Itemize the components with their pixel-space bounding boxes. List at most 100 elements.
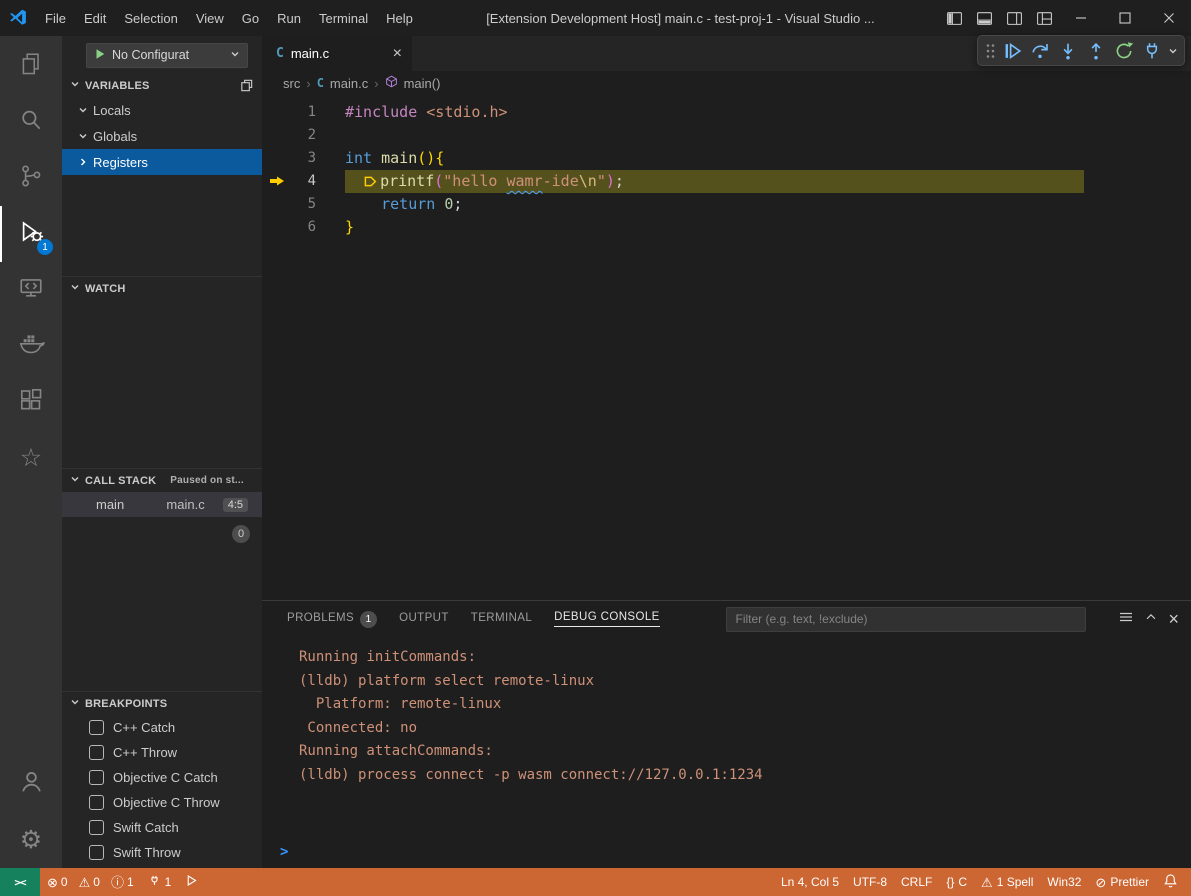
menu-terminal[interactable]: Terminal [310,0,377,36]
sidebar-item-docker[interactable] [0,318,62,374]
breakpoint-checkbox[interactable] [89,745,104,760]
tab-terminal[interactable]: TERMINAL [471,601,532,637]
variables-item-registers[interactable]: Registers [62,149,262,175]
disconnect-button[interactable] [1138,37,1166,64]
menu-go[interactable]: Go [233,0,268,36]
tab-problems[interactable]: PROBLEMS1 [287,601,377,637]
editor-gutter[interactable]: 6 [262,216,345,239]
notifications-button[interactable] [1156,868,1185,896]
sidebar-item-extensions[interactable] [0,374,62,430]
formatter-status[interactable]: ⊘ Prettier [1088,868,1156,896]
sidebar-item-run-debug[interactable]: 1 [0,206,62,262]
inline-breakpoint-icon[interactable] [364,172,377,195]
tab-debug-console[interactable]: DEBUG CONSOLE [554,601,660,637]
breakpoint-row[interactable]: Objective C Catch [62,765,262,790]
customize-layout-button[interactable] [1029,0,1059,36]
breakpoint-checkbox[interactable] [89,770,104,785]
code-line[interactable]: 1 #include <stdio.h> [262,101,1191,124]
start-debug-icon[interactable] [94,48,106,63]
close-panel-icon[interactable]: × [1168,610,1179,628]
line-number[interactable]: 6 [308,216,316,239]
line-number[interactable]: 5 [308,193,316,216]
call-stack-header[interactable]: CALL STACK Paused on st... [62,469,262,492]
step-out-button[interactable] [1082,37,1110,64]
maximize-button[interactable] [1103,0,1147,36]
menu-selection[interactable]: Selection [115,0,186,36]
code-editor[interactable]: 1 #include <stdio.h> 2 3 int main(){ 4 p… [262,95,1191,600]
line-number[interactable]: 4 [308,170,316,193]
console-filter-input[interactable] [726,607,1086,632]
menu-file[interactable]: File [36,0,75,36]
breakpoint-row[interactable]: C++ Throw [62,740,262,765]
ports-status[interactable]: 1 [141,868,179,896]
editor-gutter[interactable]: 1 [262,101,345,124]
console-input-prompt[interactable]: > [280,844,288,860]
code-text[interactable]: printf("hello wamr-ide\n"); [345,170,1084,193]
close-window-button[interactable] [1147,0,1191,36]
toggle-panel-button[interactable] [969,0,999,36]
editor-gutter[interactable]: 2 [262,124,345,147]
code-line-current[interactable]: 4 printf("hello wamr-ide\n"); [262,170,1191,193]
code-line[interactable]: 3 int main(){ [262,147,1191,170]
editor-gutter[interactable]: 5 [262,193,345,216]
debug-config-dropdown[interactable]: No Configurat [86,43,248,68]
breakpoint-row[interactable]: Swift Throw [62,840,262,865]
platform-status[interactable]: Win32 [1040,868,1088,896]
step-over-button[interactable] [1026,37,1054,64]
code-line[interactable]: 2 [262,124,1191,147]
minimize-button[interactable] [1059,0,1103,36]
variables-header[interactable]: VARIABLES [62,74,262,97]
debug-status[interactable] [178,868,205,896]
breakpoint-row[interactable]: Objective C Throw [62,790,262,815]
breakpoint-checkbox[interactable] [89,820,104,835]
sidebar-item-remote-explorer[interactable] [0,262,62,318]
copy-icon[interactable] [239,78,254,93]
code-text[interactable] [345,124,1191,147]
debug-console-output[interactable]: Running initCommands: (lldb) platform se… [262,637,1191,868]
cursor-position[interactable]: Ln 4, Col 5 [774,868,846,896]
menu-help[interactable]: Help [377,0,422,36]
restart-button[interactable] [1110,37,1138,64]
menu-run[interactable]: Run [268,0,310,36]
breakpoint-row[interactable]: Swift Catch [62,815,262,840]
editor-gutter[interactable]: 3 [262,147,345,170]
sidebar-item-search[interactable] [0,94,62,150]
sidebar-item-favorites[interactable]: ☆ [0,430,62,486]
code-text[interactable]: int main(){ [345,147,1191,170]
code-text[interactable]: } [345,216,1191,239]
problems-status[interactable]: ⊗ 0 ⚠ 0 ⓘ 1 [40,868,141,896]
account-button[interactable] [0,756,62,812]
editor-gutter[interactable]: 4 [262,170,345,193]
spell-checker-status[interactable]: ⚠ 1 Spell [974,868,1040,896]
eol-status[interactable]: CRLF [894,868,939,896]
breakpoint-checkbox[interactable] [89,720,104,735]
close-tab-icon[interactable]: × [393,46,402,62]
menu-view[interactable]: View [187,0,233,36]
code-line[interactable]: 5 return 0; [262,193,1191,216]
menu-edit[interactable]: Edit [75,0,115,36]
maximize-panel-icon[interactable] [1144,610,1158,629]
continue-button[interactable] [998,37,1026,64]
code-line[interactable]: 6 } [262,216,1191,239]
tab-main-c[interactable]: C main.c × [262,36,412,71]
breakpoint-row[interactable]: C++ Catch [62,715,262,740]
tab-output[interactable]: OUTPUT [399,601,449,637]
console-options-icon[interactable] [1118,609,1134,630]
drag-handle-icon[interactable] [982,39,998,63]
chevron-down-icon[interactable] [1166,46,1180,56]
breakpoints-header[interactable]: BREAKPOINTS [62,692,262,715]
settings-button[interactable]: ⚙ [0,812,62,868]
stack-frame-row[interactable]: main main.c 4:5 [62,492,262,517]
breakpoint-checkbox[interactable] [89,795,104,810]
toggle-sidebar-button[interactable] [939,0,969,36]
breakpoint-checkbox[interactable] [89,845,104,860]
step-into-button[interactable] [1054,37,1082,64]
watch-header[interactable]: WATCH [62,277,262,300]
remote-indicator[interactable]: >< [0,868,40,896]
toggle-secondary-sidebar-button[interactable] [999,0,1029,36]
language-mode[interactable]: {} C [939,868,974,896]
breadcrumb-folder[interactable]: src [283,76,300,91]
line-number[interactable]: 1 [308,101,316,124]
encoding-status[interactable]: UTF-8 [846,868,894,896]
sidebar-item-source-control[interactable] [0,150,62,206]
